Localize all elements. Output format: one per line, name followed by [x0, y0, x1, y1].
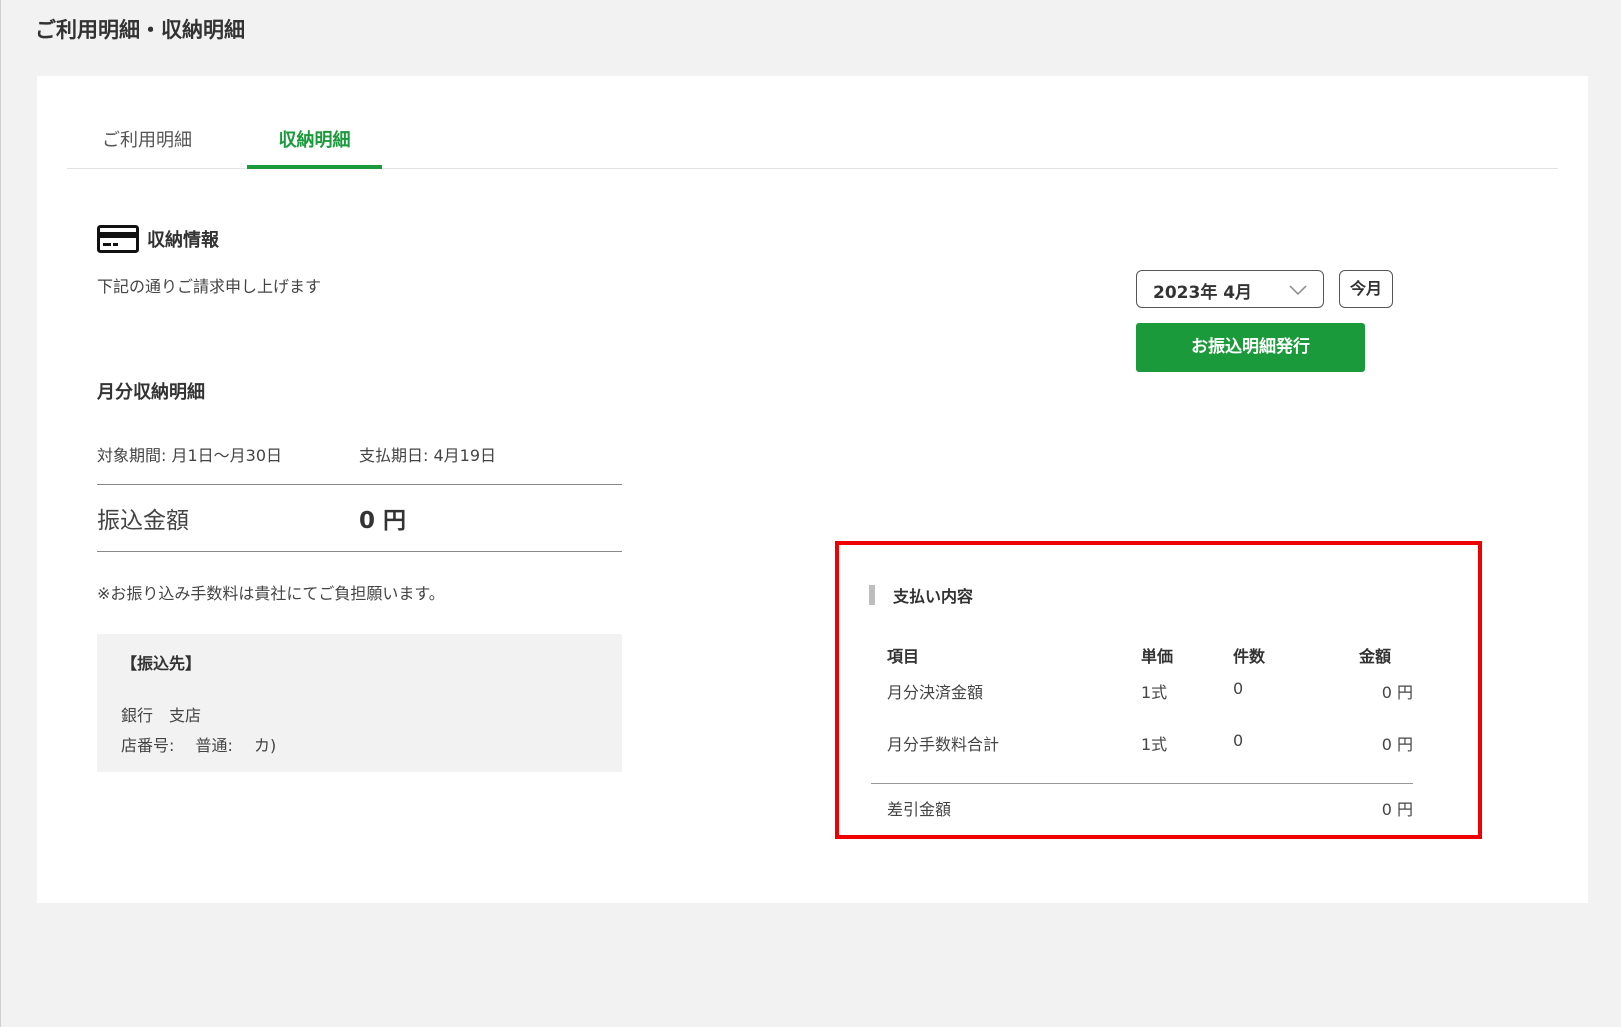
bank-heading: 【振込先】 — [121, 654, 202, 673]
transfer-amount-value: 0 円 — [359, 508, 407, 534]
row-item: 月分手数料合計 — [887, 735, 1000, 754]
section-title: 収納情報 — [147, 230, 219, 251]
tab-bar: ご利用明細 収納明細 — [67, 76, 1558, 169]
fee-note: ※お振り込み手数料は貴社にてご負担願います。 — [97, 584, 445, 603]
row-item: 月分決済金額 — [887, 683, 984, 702]
table-row: 月分手数料合計 1式 0 0 円 — [871, 731, 1413, 783]
row-unit-price: 1式 — [1141, 735, 1168, 754]
row-count: 0 — [1233, 731, 1244, 750]
monthly-statement-title: 月分収納明細 — [97, 382, 205, 403]
section-subtitle: 下記の通りご請求申し上げます — [97, 277, 322, 296]
target-period: 対象期間: 月1日～月30日 — [97, 446, 283, 465]
month-select[interactable]: 2023年 4月 — [1136, 270, 1324, 308]
month-select-value: 2023年 4月 — [1153, 283, 1253, 303]
row-count: 0 — [1233, 679, 1244, 698]
title-accent-bar — [869, 585, 875, 605]
bank-info-box: 【振込先】 銀行 支店 店番号: 普通: カ) — [97, 634, 622, 772]
page-title: ご利用明細・収納明細 — [35, 18, 245, 42]
row-amount: 0 円 — [1381, 683, 1413, 702]
period-row: 対象期間: 月1日～月30日 支払期日: 4月19日 — [97, 442, 627, 466]
payment-details-panel: 支払い内容 項目 単価 件数 金額 月分決済金額 1式 0 0 円 月分手数料合… — [835, 541, 1482, 839]
table-row: 月分決済金額 1式 0 0 円 — [871, 679, 1413, 731]
bank-account: 店番号: 普通: カ) — [121, 736, 277, 755]
header-amount: 金額 — [1358, 647, 1391, 666]
table-header-row: 項目 単価 件数 金額 — [871, 643, 1413, 679]
this-month-button[interactable]: 今月 — [1339, 270, 1393, 308]
section-header: 収納情報 — [97, 224, 219, 254]
chevron-down-icon — [1289, 285, 1307, 296]
row-unit-price: 1式 — [1141, 683, 1168, 702]
transfer-amount-box: 振込金額 0 円 — [97, 484, 622, 552]
bank-branch: 銀行 支店 — [121, 706, 202, 725]
payment-details-title-text: 支払い内容 — [893, 587, 974, 606]
row-amount: 0 円 — [1381, 735, 1413, 754]
tab-usage-details[interactable]: ご利用明細 — [87, 126, 207, 169]
tab-collection-details[interactable]: 収納明細 — [247, 126, 382, 169]
header-unit-price: 単価 — [1141, 647, 1174, 666]
payment-due-date: 支払期日: 4月19日 — [359, 446, 497, 465]
total-amount: 0 円 — [1381, 800, 1413, 819]
issue-transfer-statement-button[interactable]: お振込明細発行 — [1136, 323, 1365, 372]
payment-details-title: 支払い内容 — [869, 583, 973, 607]
total-label: 差引金額 — [887, 800, 952, 819]
main-card: ご利用明細 収納明細 収納情報 下記の通りご請求申し上げます 2023年 4月 … — [37, 76, 1588, 903]
header-count: 件数 — [1233, 647, 1266, 666]
transfer-amount-label: 振込金額 — [97, 508, 189, 534]
table-total-row: 差引金額 0 円 — [871, 783, 1413, 833]
credit-card-icon — [97, 225, 139, 253]
payment-table: 項目 単価 件数 金額 月分決済金額 1式 0 0 円 月分手数料合計 1式 0… — [871, 643, 1413, 833]
header-item: 項目 — [887, 647, 920, 666]
